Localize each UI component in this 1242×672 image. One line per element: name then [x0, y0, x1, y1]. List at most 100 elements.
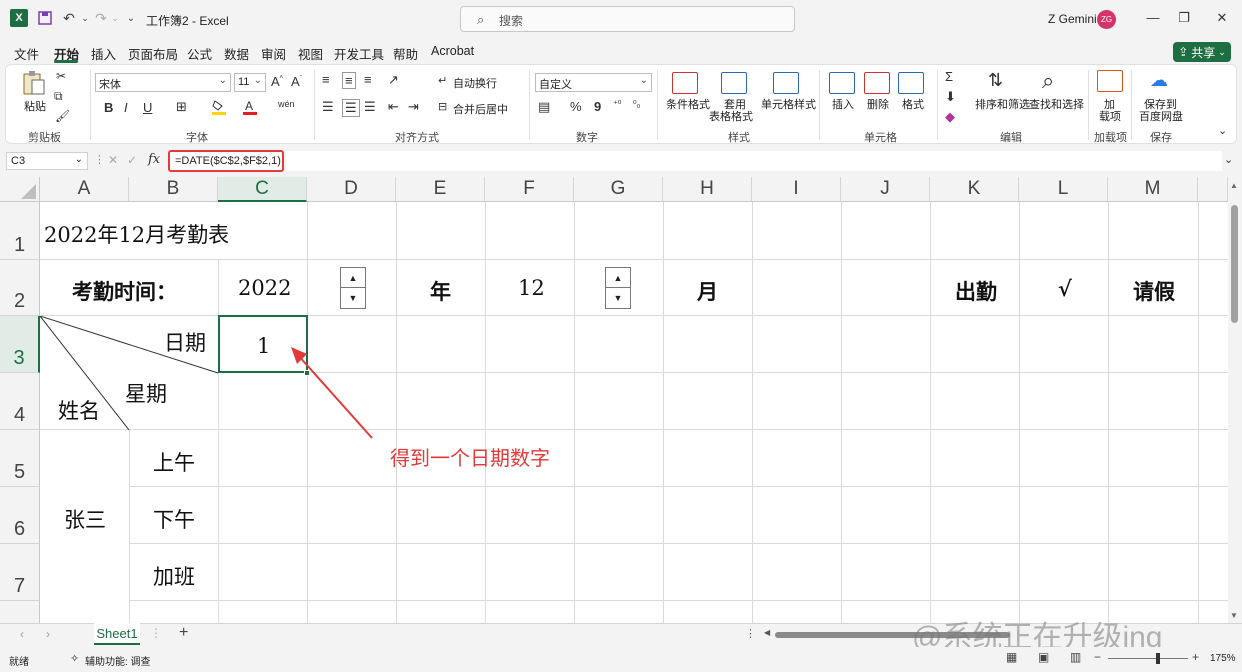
column-header-i[interactable]: I	[752, 177, 841, 202]
format-cells-button[interactable]: 格式	[902, 96, 924, 112]
sort-filter-icon[interactable]: ⇅	[988, 70, 1003, 91]
row-header-1[interactable]: 1	[0, 202, 40, 260]
paste-icon[interactable]	[22, 70, 46, 99]
select-all-corner[interactable]	[0, 177, 40, 202]
number-format-select[interactable]: 自定义 ⌄	[535, 73, 652, 92]
column-header-c[interactable]: C	[218, 177, 307, 202]
sheet-tab-sheet1[interactable]: Sheet1	[94, 623, 140, 645]
align-center-icon[interactable]: ☰	[342, 99, 360, 117]
next-sheet-icon[interactable]: ›	[46, 627, 50, 641]
zoom-slider-thumb[interactable]	[1156, 653, 1160, 664]
save-icon[interactable]	[36, 9, 54, 27]
align-top-icon[interactable]: ≡	[322, 72, 330, 87]
column-header-b[interactable]: B	[129, 177, 218, 202]
tab-help[interactable]: 帮助	[393, 44, 418, 63]
cell-a5-name[interactable]: 张三	[64, 504, 106, 534]
row-header-2[interactable]: 2	[0, 260, 40, 316]
cell-a2[interactable]: 考勤时间：	[72, 276, 177, 306]
avatar[interactable]: ZG	[1097, 10, 1116, 29]
cell-l2[interactable]: √	[1058, 276, 1072, 301]
cell-e2[interactable]: 年	[430, 276, 451, 306]
sort-filter-button[interactable]: 排序和筛选	[975, 96, 1030, 112]
underline-button[interactable]: U	[143, 100, 152, 115]
spin-down-icon[interactable]: ▼	[606, 288, 630, 308]
column-header-j[interactable]: J	[841, 177, 930, 202]
decrease-indent-icon[interactable]: ⇤	[388, 99, 399, 115]
autosum-icon[interactable]: Σ	[945, 69, 953, 84]
accessibility-icon[interactable]: ✧	[70, 652, 79, 665]
increase-indent-icon[interactable]: ⇥	[408, 99, 419, 115]
row-header-4[interactable]: 4	[0, 373, 40, 430]
status-accessibility[interactable]: 辅助功能: 调查	[85, 653, 151, 668]
align-middle-icon[interactable]: ≡	[342, 72, 356, 89]
font-size-select[interactable]: 11 ⌄	[234, 73, 266, 92]
spin-up-icon[interactable]: ▲	[341, 268, 365, 288]
cell-a1-title[interactable]: 2022年12月考勤表	[44, 219, 229, 249]
fill-color-icon[interactable]	[212, 99, 226, 118]
merge-icon[interactable]: ⊟	[438, 100, 447, 113]
delete-cells-icon[interactable]	[864, 72, 890, 94]
customize-toolbar-icon[interactable]: ⌄	[122, 9, 140, 27]
column-header-h[interactable]: H	[663, 177, 752, 202]
insert-cells-button[interactable]: 插入	[832, 96, 854, 112]
minimize-icon[interactable]: —	[1143, 10, 1163, 25]
cut-icon[interactable]: ✂	[56, 69, 66, 83]
scroll-down-icon[interactable]: ▼	[1230, 611, 1238, 620]
addins-label-2[interactable]: 载项	[1099, 108, 1121, 124]
clear-icon[interactable]: ◆	[945, 109, 955, 125]
enter-icon[interactable]: ✓	[127, 153, 137, 167]
expand-formula-icon[interactable]: ⌄	[1224, 153, 1233, 166]
cell-b7[interactable]: 加班	[153, 561, 195, 591]
zoom-slider[interactable]	[1108, 658, 1188, 659]
decrease-decimal-icon[interactable]: ⁰₀	[633, 99, 640, 110]
baidu-cloud-icon[interactable]: ☁	[1150, 70, 1168, 91]
tab-view[interactable]: 视图	[298, 44, 323, 63]
cell-styles-button[interactable]: 单元格样式	[761, 96, 816, 112]
year-spin-button[interactable]: ▲ ▼	[340, 267, 366, 309]
normal-view-icon[interactable]: ▦	[1006, 650, 1017, 664]
conditional-format-button[interactable]: 条件格式	[666, 96, 710, 112]
row-header-8[interactable]	[0, 601, 40, 623]
cell-k2[interactable]: 出勤	[955, 276, 997, 306]
column-header-k[interactable]: K	[930, 177, 1019, 202]
share-button[interactable]: ⇪ 共享 ⌄	[1173, 42, 1231, 62]
cell-m2[interactable]: 请假	[1133, 276, 1175, 306]
user-name[interactable]: Z Gemini	[1048, 12, 1097, 26]
align-left-icon[interactable]: ☰	[322, 99, 334, 115]
format-painter-icon[interactable]: 🖌	[55, 109, 70, 123]
zoom-in-icon[interactable]: +	[1192, 650, 1199, 664]
vertical-scroll-thumb[interactable]	[1231, 205, 1238, 323]
currency-icon[interactable]: ▤	[538, 99, 550, 115]
paste-label[interactable]: 粘贴	[24, 98, 46, 114]
row-header-5[interactable]: 5	[0, 430, 40, 487]
scroll-up-icon[interactable]: ▲	[1230, 181, 1238, 190]
tab-splitter-icon[interactable]: ⋮	[745, 627, 756, 640]
wrap-text-icon[interactable]: ↵	[438, 74, 447, 87]
bold-button[interactable]: B	[104, 100, 113, 115]
find-select-button[interactable]: 查找和选择	[1029, 96, 1084, 112]
find-select-icon[interactable]: ⌕	[1042, 68, 1054, 94]
page-break-view-icon[interactable]: ▥	[1070, 650, 1081, 664]
cell-h2[interactable]: 月	[697, 276, 718, 306]
orientation-icon[interactable]: ↗	[388, 72, 399, 88]
cancel-icon[interactable]: ✕	[108, 153, 118, 167]
collapse-ribbon-icon[interactable]: ⌄	[1218, 124, 1227, 137]
fill-icon[interactable]: ⬇	[945, 89, 956, 105]
scroll-left-icon[interactable]: ◀	[764, 628, 770, 637]
delete-cells-button[interactable]: 删除	[867, 96, 889, 112]
cell-styles-icon[interactable]	[773, 72, 799, 94]
tab-insert[interactable]: 插入	[91, 44, 116, 63]
phonetic-icon[interactable]: wén	[278, 99, 295, 109]
column-header-d[interactable]: D	[307, 177, 396, 202]
font-name-select[interactable]: 宋体 ⌄	[95, 73, 231, 92]
column-header-a[interactable]: A	[40, 177, 129, 202]
column-header-f[interactable]: F	[485, 177, 574, 202]
row-header-3[interactable]: 3	[0, 316, 40, 373]
tab-file[interactable]: 文件	[14, 44, 39, 63]
formula-input[interactable]: =DATE($C$2,$F$2,1)	[168, 150, 284, 172]
copy-icon[interactable]: ⧉	[54, 89, 63, 104]
comma-button[interactable]: 9	[594, 99, 601, 114]
restore-icon[interactable]: ❐	[1174, 10, 1194, 26]
worksheet-grid[interactable]: A B C D E F G H I J K L M 1 2 3 4 5 6 7 …	[0, 177, 1242, 623]
tab-review[interactable]: 审阅	[261, 44, 286, 63]
